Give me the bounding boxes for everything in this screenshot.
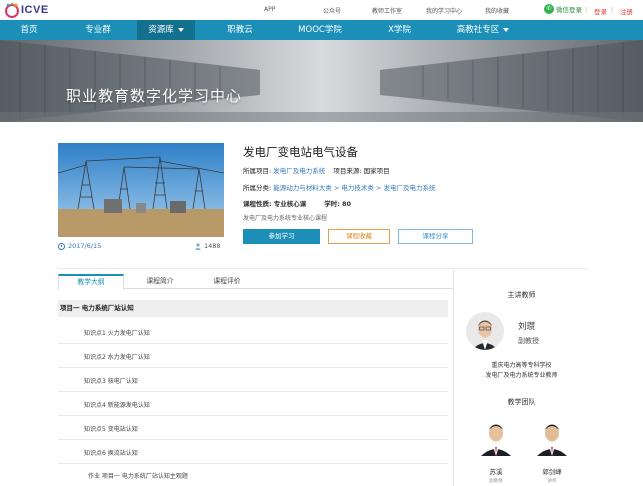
syllabus-section-title[interactable]: 项目一 电力系统厂站认知 <box>58 300 448 317</box>
auth-separator-2: | <box>611 6 614 14</box>
team-member-title: 讲师 <box>547 479 557 484</box>
member-portrait-illustration <box>535 416 569 456</box>
team-member-avatar[interactable] <box>535 416 569 456</box>
member-portrait-illustration <box>479 416 513 456</box>
sidebar-divider <box>453 270 454 486</box>
nav-item-vocational-cloud[interactable]: 职教云 <box>210 20 270 40</box>
knowledge-point-label: 知识点3 核电厂认知 <box>84 378 138 385</box>
nav-item-hep-zone[interactable]: 高教社专区 <box>446 20 520 40</box>
hours-value: 80 <box>341 200 351 208</box>
team-member-title: 副教授 <box>489 479 503 484</box>
nature-label: 课程性质: <box>243 200 272 208</box>
logo-mark-icon <box>5 2 19 18</box>
view-count: 1488 <box>195 242 221 250</box>
assignment-label: 作业 项目一 电力系统厂站认知主观题 <box>88 473 188 480</box>
assignment-item[interactable]: 作业 项目一 电力系统厂站认知主观题 <box>58 466 448 486</box>
course-description: 发电厂及电力系统专业核心课程 <box>243 215 328 222</box>
logo-text: ICVE <box>21 4 49 16</box>
clock-icon <box>58 242 65 250</box>
nature-value: 专业核心课 <box>273 200 307 208</box>
chevron-down-icon <box>177 27 184 32</box>
course-title: 发电厂变电站电气设备 <box>243 145 358 159</box>
teacher-school: 重庆电力高等专科学校 <box>491 362 552 369</box>
nav-item-label: 首页 <box>20 25 38 35</box>
login-link[interactable]: 登录 <box>594 6 607 16</box>
tab-course-intro[interactable]: 课程简介 <box>130 274 190 289</box>
top-bar: ICVE APP 公众号 教师工作室 我的学习中心 我的收藏 ✆ 微信登录 | … <box>0 0 643 20</box>
teacher-department: 发电厂及电力系统专业教师 <box>485 372 558 379</box>
nature-info: 课程性质: 专业核心课 学时: 80 <box>243 198 351 208</box>
teacher-rank: 副教授 <box>518 337 539 345</box>
server-room-illustration <box>0 40 643 122</box>
share-course-button[interactable]: 课程分享 <box>398 229 473 244</box>
banner: 职业教育数字化学习中心 <box>0 40 643 122</box>
register-link[interactable]: 注册 <box>620 6 633 16</box>
project-value[interactable]: 发电厂及电力系统 <box>273 167 325 175</box>
teacher-name[interactable]: 刘瓒 <box>518 320 535 332</box>
banner-title: 职业教育数字化学习中心 <box>66 87 243 105</box>
team-member-name[interactable]: 苏溪 <box>476 466 516 476</box>
auth-separator-1: | <box>585 6 588 14</box>
team-member-avatar[interactable] <box>479 416 513 456</box>
app-link[interactable]: APP <box>264 6 275 13</box>
favorite-course-button[interactable]: 课程收藏 <box>328 229 390 244</box>
publish-date: 2017/6/15 <box>58 242 101 250</box>
official-account-link[interactable]: 公众号 <box>323 6 341 15</box>
nav-item-home[interactable]: 首页 <box>0 20 58 40</box>
nav-item-label: X学院 <box>388 25 411 35</box>
tab-syllabus[interactable]: 教学大纲 <box>58 274 124 290</box>
main-nav: 首页 专业群 资源库 职教云 MOOC学院 X学院 高教社专区 <box>0 20 643 40</box>
person-icon <box>195 242 201 250</box>
category-value[interactable]: 能源动力与材料大类 > 电力技术类 > 发电厂及电力系统 <box>273 184 435 192</box>
knowledge-point-label: 知识点5 变电站认知 <box>84 426 138 433</box>
nav-item-label: MOOC学院 <box>298 25 342 35</box>
knowledge-point-label: 知识点2 水力发电厂认知 <box>84 354 150 361</box>
project-info: 所属项目: 发电厂及电力系统 项目来源: 国家项目 <box>243 165 390 175</box>
my-learning-center-link[interactable]: 我的学习中心 <box>426 6 462 15</box>
teacher-studio-link[interactable]: 教师工作室 <box>372 6 402 15</box>
knowledge-point-label: 知识点1 火力发电厂认知 <box>84 330 150 337</box>
project-label: 所属项目: <box>243 167 272 175</box>
list-item[interactable]: 知识点2 水力发电厂认知 <box>58 345 448 368</box>
course-cover-image[interactable] <box>58 143 224 237</box>
nav-item-label: 职教云 <box>227 25 253 35</box>
view-count-value: 1488 <box>204 242 221 250</box>
teacher-avatar[interactable] <box>466 312 504 350</box>
list-item[interactable]: 知识点5 变电站认知 <box>58 417 448 440</box>
nav-item-label: 资源库 <box>148 25 174 35</box>
list-item[interactable]: 知识点3 核电厂认知 <box>58 369 448 392</box>
team-member-name[interactable]: 郭剑峰 <box>532 466 572 476</box>
substation-illustration <box>58 143 224 237</box>
category-label: 所属分类: <box>243 184 272 192</box>
lead-teacher-title: 主讲教师 <box>507 291 536 299</box>
knowledge-point-label: 知识点4 新能源发电认知 <box>84 402 150 409</box>
list-item[interactable]: 知识点4 新能源发电认知 <box>58 393 448 416</box>
teacher-portrait-illustration <box>466 312 504 350</box>
nav-item-major-group[interactable]: 专业群 <box>66 20 130 40</box>
wechat-icon: ✆ <box>544 4 554 14</box>
knowledge-point-label: 知识点6 换流站认知 <box>84 450 138 457</box>
chevron-down-icon <box>503 27 510 32</box>
list-item[interactable]: 知识点6 换流站认知 <box>58 441 448 464</box>
my-favorites-link[interactable]: 我的收藏 <box>485 6 509 15</box>
nav-item-resource-library[interactable]: 资源库 <box>137 20 195 40</box>
tab-course-review[interactable]: 课程评价 <box>197 274 257 289</box>
publish-date-value: 2017/6/15 <box>68 242 102 250</box>
source-label: 项目来源: <box>333 167 362 175</box>
nav-item-x-college[interactable]: X学院 <box>372 20 427 40</box>
nav-item-label: 高教社专区 <box>456 25 500 35</box>
join-course-button[interactable]: 参加学习 <box>243 229 320 244</box>
team-title: 教学团队 <box>507 398 536 406</box>
wechat-login[interactable]: ✆ 微信登录 <box>544 4 582 14</box>
category-info: 所属分类: 能源动力与材料大类 > 电力技术类 > 发电厂及电力系统 <box>243 182 435 192</box>
source-value: 国家项目 <box>363 167 390 175</box>
hours-label: 学时: <box>324 200 340 208</box>
content-divider <box>58 268 588 269</box>
list-item[interactable]: 知识点1 火力发电厂认知 <box>58 321 448 344</box>
nav-item-label: 专业群 <box>85 25 111 35</box>
site-logo[interactable]: ICVE <box>4 2 49 18</box>
wechat-login-label: 微信登录 <box>556 6 582 14</box>
nav-item-mooc[interactable]: MOOC学院 <box>285 20 355 40</box>
